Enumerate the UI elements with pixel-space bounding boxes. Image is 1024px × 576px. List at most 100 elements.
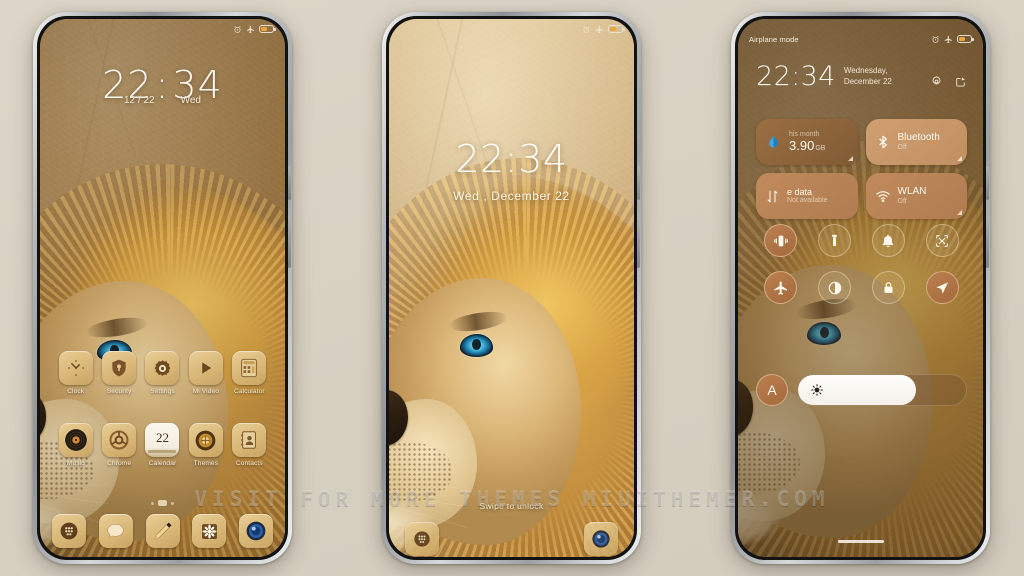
auto-brightness-button[interactable]: A xyxy=(756,374,788,406)
dialer-icon[interactable] xyxy=(52,514,86,548)
control-center-time: 22:34 xyxy=(756,61,836,92)
control-center-screen[interactable]: Airplane mode 22:34 Wednesday, December … xyxy=(738,19,983,557)
alarm-icon xyxy=(583,25,590,33)
alarm-icon xyxy=(932,35,939,43)
brightness-slider[interactable] xyxy=(797,374,967,406)
page-indicator xyxy=(40,500,285,506)
app-music[interactable]: Music xyxy=(54,423,97,467)
status-bar-right xyxy=(582,25,625,34)
app-themes[interactable]: Themes xyxy=(184,423,227,467)
flower-gallery-icon[interactable] xyxy=(192,514,227,548)
toggle-airplane[interactable] xyxy=(764,271,798,304)
tile-bluetooth-text: Bluetooth Off xyxy=(898,132,940,152)
volume-button[interactable] xyxy=(288,216,291,268)
settings-gear-icon[interactable] xyxy=(930,75,943,88)
camera-lens-icon[interactable] xyxy=(239,514,273,548)
chrome-icon xyxy=(102,423,137,457)
toggle-dark-mode[interactable] xyxy=(818,271,852,304)
lock-screen-date: Wed , December 22 xyxy=(453,189,570,203)
preview-stage: 22:34 12 / 22 Wed Clock Security Setting… xyxy=(0,0,1024,576)
tile-mobile-data[interactable]: e data Not available xyxy=(756,173,858,219)
app-grid-row-1: Clock Security Settings Mi Video Calcula… xyxy=(54,351,271,395)
tile-mobile-data-state: Not available xyxy=(787,197,828,205)
tile-bluetooth[interactable]: Bluetooth Off xyxy=(865,119,967,165)
app-mi-video[interactable]: Mi Video xyxy=(184,351,227,395)
status-bar xyxy=(389,19,634,39)
quick-toggles xyxy=(754,224,969,304)
calendar-icon: 22 xyxy=(145,423,180,457)
edit-icon[interactable] xyxy=(954,75,967,88)
calendar-day: 22 xyxy=(155,430,169,445)
toggle-rotation-lock[interactable] xyxy=(871,271,905,304)
alarm-icon xyxy=(234,25,241,33)
vinyl-record-icon xyxy=(58,423,93,457)
wallpaper-scratches xyxy=(389,19,634,557)
app-label: Clock xyxy=(67,388,85,395)
toggle-screenshot[interactable] xyxy=(925,224,959,257)
app-label: Mi Video xyxy=(192,388,220,395)
app-clock[interactable]: Clock xyxy=(54,351,97,395)
unlock-hint: Swipe to unlock xyxy=(479,501,544,511)
wallpaper-lock xyxy=(389,19,634,557)
screenshot-icon xyxy=(936,234,948,247)
page-dot[interactable] xyxy=(151,501,154,505)
app-calculator[interactable]: Calculator xyxy=(228,351,271,395)
battery-level xyxy=(959,37,965,41)
tile-data-usage[interactable]: his month 3.90GB xyxy=(756,119,858,165)
tile-mobile-data-title: e data xyxy=(787,186,813,197)
brightness-row: A xyxy=(756,374,967,406)
lock-screen[interactable]: 22:34 Wed , December 22 Swipe to unlock xyxy=(389,19,634,557)
page-dot-active[interactable] xyxy=(158,500,167,506)
battery-icon xyxy=(608,25,625,33)
app-label: Contacts xyxy=(235,460,263,467)
toggle-vibrate[interactable] xyxy=(764,224,798,257)
app-security[interactable]: Security xyxy=(97,351,140,395)
lock-screen-time: 22:34 xyxy=(455,137,568,181)
app-label: Security xyxy=(106,388,132,395)
home-clock-date: 12 / 22 xyxy=(124,95,155,107)
message-bubble-icon[interactable] xyxy=(98,514,133,548)
lock-icon xyxy=(884,282,893,293)
volume-button[interactable] xyxy=(986,216,989,268)
tile-wlan[interactable]: WLAN Off xyxy=(865,173,967,219)
battery-level xyxy=(261,27,267,31)
app-calendar[interactable]: 22 Calendar xyxy=(141,423,184,467)
tile-expand-corner[interactable] xyxy=(847,156,853,161)
app-settings[interactable]: Settings xyxy=(141,351,184,395)
phone-bezel: 22:34 12 / 22 Wed Clock Security Setting… xyxy=(37,16,291,560)
page-dot[interactable] xyxy=(171,501,174,505)
lock-screen-shortcuts xyxy=(405,522,618,556)
power-button[interactable] xyxy=(637,166,640,200)
home-screen[interactable]: 22:34 12 / 22 Wed Clock Security Setting… xyxy=(40,19,285,557)
power-button[interactable] xyxy=(288,166,291,200)
tile-wlan-text: WLAN Off xyxy=(898,186,927,206)
tile-data-usage-text: his month 3.90GB xyxy=(789,131,825,154)
app-chrome[interactable]: Chrome xyxy=(97,423,140,467)
toggle-flashlight[interactable] xyxy=(818,224,852,257)
app-label: Calculator xyxy=(233,388,265,395)
toggle-ringer[interactable] xyxy=(871,224,905,257)
battery-icon xyxy=(957,35,974,43)
control-center-panel: 22:34 Wednesday, December 22 his month 3… xyxy=(738,19,983,557)
tile-expand-corner[interactable] xyxy=(957,210,962,215)
app-contacts[interactable]: Contacts xyxy=(228,423,271,467)
power-button[interactable] xyxy=(986,166,989,200)
app-grid-row-2: Music Chrome 22 Calendar Themes Contacts xyxy=(54,423,271,467)
toggle-location[interactable] xyxy=(925,271,959,304)
control-center-date: Wednesday, December 22 xyxy=(844,66,892,88)
home-indicator[interactable] xyxy=(837,540,884,543)
home-clock-widget[interactable]: 22:34 12 / 22 Wed xyxy=(40,66,285,107)
shield-icon xyxy=(102,351,137,385)
location-icon xyxy=(936,281,949,294)
tile-expand-corner[interactable] xyxy=(957,156,962,161)
airplane-mode-label: Airplane mode xyxy=(749,34,799,44)
volume-button[interactable] xyxy=(637,216,640,268)
dialer-icon[interactable] xyxy=(405,522,439,556)
tile-wlan-title: WLAN xyxy=(897,186,927,198)
app-label: Calendar xyxy=(148,460,177,467)
camera-lens-icon[interactable] xyxy=(584,522,618,556)
gear-icon xyxy=(145,351,180,385)
pencil-icon[interactable] xyxy=(145,514,180,548)
flashlight-icon xyxy=(832,234,838,246)
status-bar: Airplane mode xyxy=(738,29,983,49)
